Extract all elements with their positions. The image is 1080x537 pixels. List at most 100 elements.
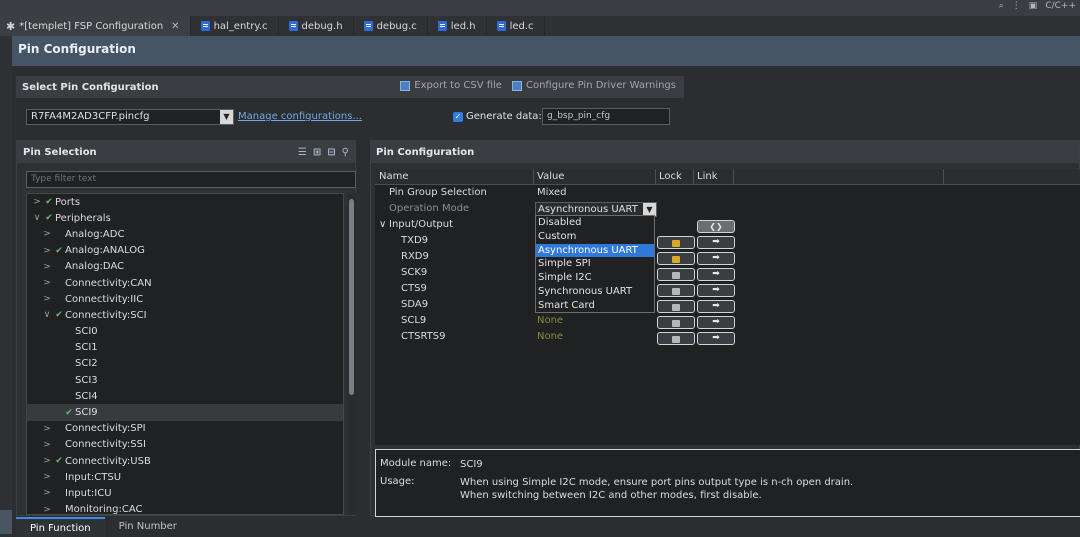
tab-pin-number[interactable]: Pin Number: [105, 517, 191, 537]
tree-item[interactable]: ✔ SCI9: [27, 404, 343, 421]
dropdown-option-custom[interactable]: Custom: [536, 230, 654, 244]
tree-item[interactable]: > Analog:ADC: [27, 226, 343, 242]
dropdown-option-smart-card[interactable]: Smart Card: [536, 299, 654, 313]
tab-hal-entry-c[interactable]: hal_entry.c: [191, 16, 279, 36]
tab-debug-h[interactable]: debug.h: [279, 16, 354, 36]
lock-button[interactable]: [657, 284, 695, 297]
tree-item[interactable]: ∨ ✔ Peripherals: [27, 210, 343, 226]
link-button[interactable]: ➡: [697, 284, 735, 297]
dropdown-option-synchronous-uart[interactable]: Synchronous UART: [536, 285, 654, 299]
dropdown-option-simple-i2c[interactable]: Simple I2C: [536, 271, 654, 285]
table-row[interactable]: SDA9 ➡: [375, 299, 1080, 315]
tree-item[interactable]: SCI4: [27, 388, 343, 404]
expand-arrow-icon[interactable]: ∨: [31, 213, 43, 223]
list-view-icon[interactable]: ☰: [298, 147, 307, 158]
pin-tree-scrollbar[interactable]: [347, 193, 356, 515]
table-row-input-output[interactable]: ∨ Input/Output ❮❯: [375, 219, 1080, 235]
tree-item[interactable]: > Input:CTSU: [27, 469, 343, 485]
expand-arrow-icon[interactable]: >: [31, 197, 43, 207]
page-title: Pin Configuration: [18, 42, 136, 56]
tab-led-h[interactable]: led.h: [428, 16, 487, 36]
tab-pin-function[interactable]: Pin Function: [16, 517, 105, 537]
table-row[interactable]: CTSRTS9 None ➡: [375, 331, 1080, 347]
tree-item[interactable]: SCI3: [27, 372, 343, 388]
table-row[interactable]: SCL9 None ➡: [375, 315, 1080, 331]
expand-arrow-icon[interactable]: >: [41, 294, 53, 304]
link-button[interactable]: ➡: [697, 300, 735, 313]
expand-arrow-icon[interactable]: >: [41, 424, 53, 434]
lock-button[interactable]: [657, 236, 695, 249]
dropdown-option-simple-spi[interactable]: Simple SPI: [536, 257, 654, 271]
link-button[interactable]: ➡: [697, 332, 735, 345]
expand-arrow-icon[interactable]: >: [41, 278, 53, 288]
expand-arrow-icon[interactable]: >: [41, 262, 53, 272]
tree-item[interactable]: SCI0: [27, 324, 343, 340]
tree-item[interactable]: > Analog:DAC: [27, 259, 343, 275]
generate-data-input[interactable]: g_bsp_pin_cfg: [542, 108, 670, 125]
expand-arrow-icon[interactable]: >: [41, 246, 53, 256]
expand-arrow-icon[interactable]: ∨: [379, 219, 386, 230]
expand-arrow-icon[interactable]: >: [41, 488, 53, 498]
tab-fsp-configuration[interactable]: ✱ *[templet] FSP Configuration ✕: [0, 16, 191, 36]
collapse-all-icon[interactable]: ⊟: [327, 147, 335, 158]
pin-navigation-button[interactable]: ❮❯: [697, 220, 735, 233]
link-button[interactable]: ➡: [697, 268, 735, 281]
lock-button[interactable]: [657, 252, 695, 265]
expand-arrow-icon[interactable]: >: [41, 440, 53, 450]
chevron-down-icon[interactable]: ▼: [220, 110, 233, 124]
expand-all-icon[interactable]: ⊞: [313, 147, 321, 158]
lock-button[interactable]: [657, 300, 695, 313]
tree-item[interactable]: > Input:ICU: [27, 485, 343, 501]
tree-item[interactable]: SCI1: [27, 340, 343, 356]
dropdown-option-asynchronous-uart[interactable]: Asynchronous UART: [536, 243, 654, 258]
tree-item[interactable]: > Connectivity:CAN: [27, 275, 343, 291]
tree-item[interactable]: SCI2: [27, 356, 343, 372]
tree-item[interactable]: > ✔ Analog:ANALOG: [27, 243, 343, 259]
perspective-label[interactable]: C/C++: [1045, 1, 1076, 11]
pin-selection-panel: Pin Selection ☰ ⊞ ⊟ ⚲ Type filter text >…: [16, 140, 356, 516]
table-row[interactable]: SCK9 ➡: [375, 267, 1080, 283]
tab-led-c[interactable]: led.c: [487, 16, 545, 36]
search-icon[interactable]: ⌕: [999, 1, 1004, 11]
filter-icon[interactable]: ⚲: [342, 147, 349, 158]
tab-debug-c[interactable]: debug.c: [354, 16, 428, 36]
manage-configurations-link[interactable]: Manage configurations...: [238, 111, 362, 122]
tree-item[interactable]: > Connectivity:IIC: [27, 291, 343, 307]
lock-button[interactable]: [657, 316, 695, 329]
link-button[interactable]: ➡: [697, 236, 735, 249]
export-csv-button[interactable]: Export to CSV file: [400, 80, 502, 91]
link-button[interactable]: ➡: [697, 252, 735, 265]
column-lock[interactable]: Lock: [659, 171, 682, 182]
expand-arrow-icon[interactable]: >: [41, 472, 53, 482]
tree-item[interactable]: ∨ ✔ Connectivity:SCI: [27, 307, 343, 323]
more-icon[interactable]: ⋮: [1012, 1, 1021, 11]
tree-item[interactable]: > ✔ Ports: [27, 194, 343, 210]
table-row-operation-mode[interactable]: Operation Mode Asynchronous UART ▼: [375, 202, 1080, 219]
tree-item[interactable]: > Connectivity:SSI: [27, 437, 343, 453]
table-row[interactable]: CTS9 ➡: [375, 283, 1080, 299]
column-link[interactable]: Link: [697, 171, 717, 182]
expand-arrow-icon[interactable]: >: [41, 456, 53, 466]
link-button[interactable]: ➡: [697, 316, 735, 329]
perspective-icon[interactable]: ▣: [1029, 1, 1038, 11]
column-value[interactable]: Value: [537, 171, 564, 182]
configure-warnings-button[interactable]: Configure Pin Driver Warnings: [511, 80, 676, 91]
tree-item[interactable]: > Connectivity:SPI: [27, 421, 343, 437]
table-row-pin-group[interactable]: Pin Group Selection Mixed: [375, 187, 1080, 203]
dropdown-option-disabled[interactable]: Disabled: [536, 216, 654, 230]
expand-arrow-icon[interactable]: ∨: [41, 310, 53, 320]
tree-item[interactable]: > Monitoring:CAC: [27, 502, 343, 514]
table-row[interactable]: RXD9 ➡: [375, 251, 1080, 267]
column-name[interactable]: Name: [379, 171, 409, 182]
expand-arrow-icon[interactable]: >: [41, 505, 53, 514]
lock-button[interactable]: [657, 332, 695, 345]
generate-data-checkbox[interactable]: ✓: [453, 112, 463, 122]
pin-filter-input[interactable]: Type filter text: [26, 171, 356, 188]
tree-item[interactable]: > ✔ Connectivity:USB: [27, 453, 343, 469]
scrollbar-thumb[interactable]: [349, 199, 354, 395]
config-file-select[interactable]: R7FA4M2AD3CFP.pincfg ▼: [26, 109, 234, 125]
close-icon[interactable]: ✕: [171, 21, 179, 32]
table-row[interactable]: TXD9 ➡: [375, 235, 1080, 251]
expand-arrow-icon[interactable]: >: [41, 229, 53, 239]
lock-button[interactable]: [657, 268, 695, 281]
